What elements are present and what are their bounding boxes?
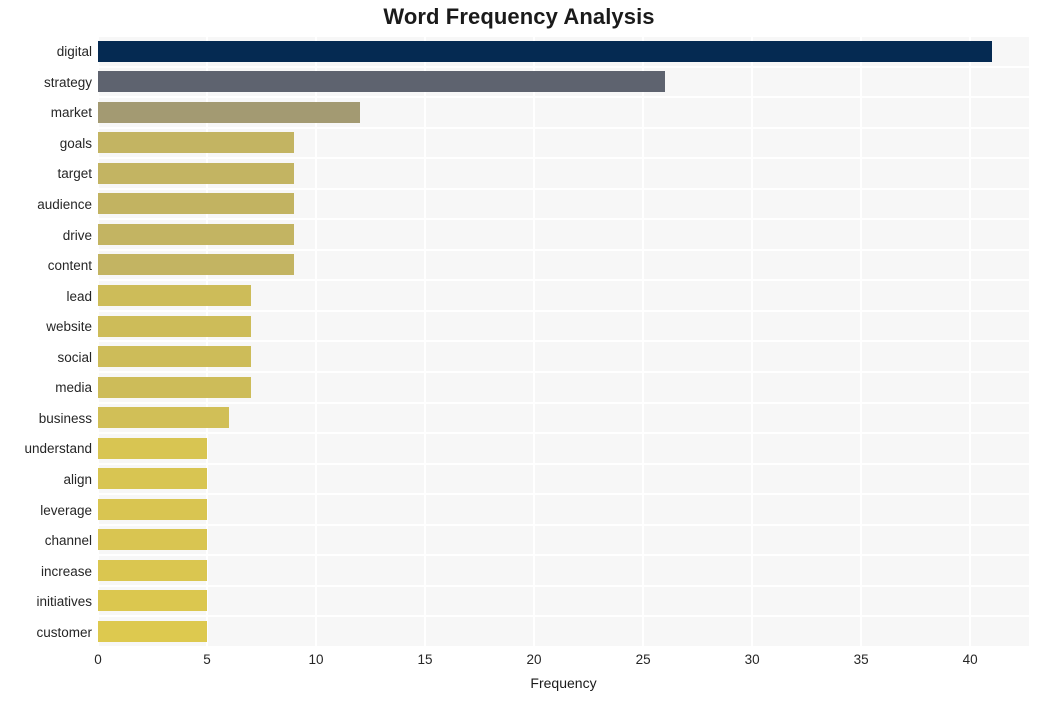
x-axis-tick-labels: 0 5 10 15 20 25 30 35 40 [0,652,1038,672]
y-tick-label-initiatives: initiatives [36,594,92,610]
bar-row[interactable] [98,373,1029,404]
bar-media[interactable] [98,376,251,398]
y-tick-label-lead: lead [66,288,92,304]
y-tick-label-audience: audience [37,197,92,213]
x-tick-label-10: 10 [308,652,324,667]
bar-audience[interactable] [98,193,295,215]
bar-initiatives[interactable] [98,590,208,612]
y-tick-label-goals: goals [59,135,92,151]
y-axis-tick-labels: digital strategy market goals target audience… [0,37,92,648]
x-tick-label-15: 15 [417,652,433,667]
bar-content[interactable] [98,254,295,276]
bar-row[interactable] [98,343,1029,374]
bar-social[interactable] [98,346,251,368]
chart-title: Word Frequency Analysis [383,4,655,29]
x-axis-title: Frequency [530,675,597,691]
bar-target[interactable] [98,162,295,184]
bar-business[interactable] [98,407,229,429]
bar-row[interactable] [98,495,1029,526]
bar-row[interactable] [98,68,1029,99]
y-tick-label-align: align [63,471,92,487]
bar-row[interactable] [98,129,1029,160]
bar-customer[interactable] [98,621,208,643]
bar-channel[interactable] [98,529,208,551]
bar-row[interactable] [98,526,1029,557]
bar-market[interactable] [98,101,360,123]
bar-row[interactable] [98,281,1029,312]
x-tick-label-35: 35 [853,652,869,667]
x-tick-label-20: 20 [526,652,542,667]
y-tick-label-social: social [57,349,92,365]
x-tick-label-40: 40 [962,652,978,667]
bar-row[interactable] [98,617,1029,648]
bar-row[interactable] [98,98,1029,129]
bar-row[interactable] [98,556,1029,587]
y-tick-label-strategy: strategy [43,74,92,90]
bar-row[interactable] [98,37,1029,68]
bar-drive[interactable] [98,223,295,245]
bar-row[interactable] [98,312,1029,343]
x-tick-label-25: 25 [635,652,651,667]
bar-row[interactable] [98,404,1029,435]
bar-align[interactable] [98,468,208,490]
y-tick-label-target: target [57,166,92,182]
y-tick-label-channel: channel [44,533,92,549]
bar-website[interactable] [98,315,251,337]
bar-row[interactable] [98,220,1029,251]
bar-row[interactable] [98,251,1029,282]
y-tick-label-content: content [47,258,92,274]
y-tick-label-leverage: leverage [40,502,92,518]
y-tick-label-understand: understand [24,441,92,457]
bar-increase[interactable] [98,559,208,581]
bar-row[interactable] [98,159,1029,190]
bar-row[interactable] [98,587,1029,618]
bar-understand[interactable] [98,437,208,459]
bar-digital[interactable] [98,40,992,62]
plot-area [97,37,1029,648]
bar-row[interactable] [98,190,1029,221]
bar-goals[interactable] [98,132,295,154]
y-tick-label-website: website [46,319,92,335]
y-tick-label-media: media [55,380,92,396]
x-tick-label-30: 30 [744,652,760,667]
bar-row[interactable] [98,434,1029,465]
y-tick-label-digital: digital [56,44,92,60]
y-tick-label-customer: customer [36,624,92,640]
bar-strategy[interactable] [98,71,665,93]
bar-lead[interactable] [98,284,251,306]
y-tick-label-market: market [50,105,92,121]
gridline-horizontal [98,645,1029,648]
word-frequency-chart: Word Frequency Analysis digital strategy m… [0,0,1038,701]
bar-leverage[interactable] [98,498,208,520]
y-tick-label-increase: increase [40,563,92,579]
bars-layer [98,37,1029,648]
x-tick-label-5: 5 [203,652,211,667]
bar-row[interactable] [98,465,1029,496]
x-tick-label-0: 0 [94,652,102,667]
y-tick-label-drive: drive [62,227,92,243]
y-tick-label-business: business [38,410,92,426]
